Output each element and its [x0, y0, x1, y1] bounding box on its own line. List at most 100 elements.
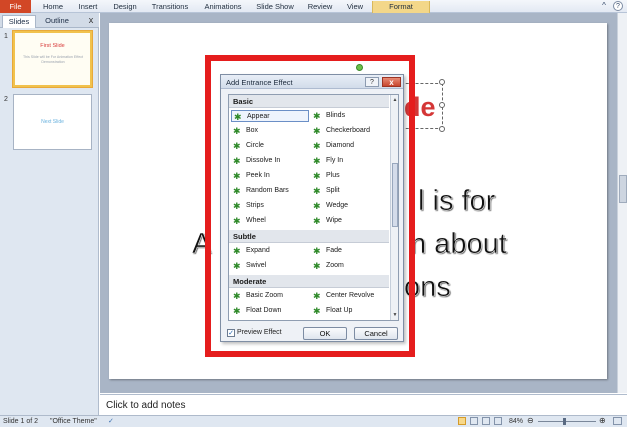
slide-show-icon[interactable]: [494, 417, 502, 425]
slide-body-text[interactable]: n about: [410, 228, 507, 261]
dialog-title-bar[interactable]: Add Entrance Effect ? x: [221, 75, 403, 89]
preview-effect-label[interactable]: Preview Effect: [237, 329, 282, 336]
slide-counter: Slide 1 of 2: [3, 418, 39, 425]
tab-slide-show[interactable]: Slide Show: [251, 1, 299, 13]
effect-swivel[interactable]: ✱ Swivel: [231, 260, 309, 272]
effect-float-up[interactable]: ✱ Float Up: [311, 305, 389, 317]
star-icon: ✱: [313, 306, 321, 316]
star-icon: ✱: [233, 186, 241, 196]
star-icon: ✱: [233, 156, 241, 166]
effect-center-revolve[interactable]: ✱ Center Revolve: [311, 290, 389, 302]
effect-box[interactable]: ✱ Box: [231, 125, 309, 137]
minimize-ribbon-icon[interactable]: ^: [599, 1, 609, 11]
spell-check-icon[interactable]: ✓: [108, 417, 114, 425]
slide-body-text[interactable]: l is for: [418, 185, 496, 218]
dialog-footer: ✓ Preview Effect OK Cancel: [227, 327, 401, 341]
effect-diamond[interactable]: ✱ Diamond: [311, 140, 389, 152]
star-icon: ✱: [313, 201, 321, 211]
effect-random-bars[interactable]: ✱ Random Bars: [231, 185, 309, 197]
panel-tabs: Slides Outline x: [0, 13, 99, 28]
star-icon: ✱: [233, 216, 241, 226]
cancel-button[interactable]: Cancel: [354, 327, 398, 340]
slide-thumbnail-2[interactable]: Next Slide: [13, 94, 92, 150]
effect-basic-zoom[interactable]: ✱ Basic Zoom: [231, 290, 309, 302]
preview-effect-checkbox[interactable]: ✓: [227, 329, 235, 337]
category-header: Moderate: [229, 275, 389, 288]
star-icon: ✱: [313, 141, 321, 151]
scrollbar-thumb[interactable]: [619, 175, 627, 203]
effects-list[interactable]: Basic ✱ Appear ✱ Blinds ✱ Box ✱ Checkerboard…: [228, 94, 399, 321]
star-icon: ✱: [233, 141, 241, 151]
notes-pane[interactable]: Click to add notes: [100, 394, 627, 415]
scrollbar-thumb[interactable]: [392, 163, 398, 227]
effect-plus[interactable]: ✱ Plus: [311, 170, 389, 182]
tab-design[interactable]: Design: [107, 1, 143, 13]
star-icon: ✱: [313, 156, 321, 166]
ok-button[interactable]: OK: [303, 327, 347, 340]
tab-transitions[interactable]: Transitions: [145, 1, 195, 13]
help-icon[interactable]: ?: [613, 1, 623, 11]
star-icon: ✱: [233, 126, 241, 136]
tab-outline[interactable]: Outline: [38, 15, 76, 28]
category-header: Basic: [229, 95, 389, 108]
zoom-slider-thumb[interactable]: [563, 418, 566, 425]
resize-handle[interactable]: [439, 102, 445, 108]
dialog-close-button[interactable]: x: [382, 77, 401, 87]
tab-file[interactable]: File: [0, 0, 31, 13]
fit-to-window-icon[interactable]: [613, 417, 622, 425]
star-icon: ✱: [313, 216, 321, 226]
star-icon: ✱: [234, 112, 242, 122]
scroll-up-icon[interactable]: ▲: [391, 96, 398, 104]
thumbnail-body: This Slide will be For Animation Effect …: [22, 55, 84, 64]
zoom-out-icon[interactable]: ⊖: [527, 416, 534, 425]
effect-dissolve-in[interactable]: ✱ Dissolve In: [231, 155, 309, 167]
slide-thumbnail-1[interactable]: First Slide This Slide will be For Anima…: [13, 31, 92, 87]
effect-wedge[interactable]: ✱ Wedge: [311, 200, 389, 212]
tab-home[interactable]: Home: [36, 1, 70, 13]
normal-view-icon[interactable]: [458, 417, 466, 425]
effect-appear[interactable]: ✱ Appear: [231, 110, 309, 122]
zoom-in-icon[interactable]: ⊕: [599, 416, 606, 425]
reading-view-icon[interactable]: [482, 417, 490, 425]
star-icon: ✱: [313, 291, 321, 301]
tab-format[interactable]: Format: [372, 1, 430, 13]
effect-fly-in[interactable]: ✱ Fly In: [311, 155, 389, 167]
effect-fade[interactable]: ✱ Fade: [311, 245, 389, 257]
tab-review[interactable]: Review: [303, 1, 337, 13]
resize-handle[interactable]: [439, 79, 445, 85]
star-icon: ✱: [233, 261, 241, 271]
zoom-level[interactable]: 84%: [509, 418, 523, 425]
star-icon: ✱: [233, 306, 241, 316]
status-bar: Slide 1 of 2 "Office Theme" ✓ 84% ⊖ ⊕: [0, 415, 627, 427]
category-header: Subtle: [229, 230, 389, 243]
close-panel-icon[interactable]: x: [86, 15, 96, 26]
effect-float-down[interactable]: ✱ Float Down: [231, 305, 309, 317]
effect-wheel[interactable]: ✱ Wheel: [231, 215, 309, 227]
effect-split[interactable]: ✱ Split: [311, 185, 389, 197]
slide-sorter-icon[interactable]: [470, 417, 478, 425]
tab-animations[interactable]: Animations: [198, 1, 248, 13]
tab-slides[interactable]: Slides: [2, 15, 36, 28]
effect-peek-in[interactable]: ✱ Peek In: [231, 170, 309, 182]
tab-view[interactable]: View: [340, 1, 370, 13]
effect-blinds[interactable]: ✱ Blinds: [311, 110, 389, 122]
effect-strips[interactable]: ✱ Strips: [231, 200, 309, 212]
effect-checkerboard[interactable]: ✱ Checkerboard: [311, 125, 389, 137]
thumbnail-title: Next Slide: [41, 119, 64, 125]
star-icon: ✱: [233, 201, 241, 211]
effects-list-scrollbar[interactable]: ▲ ▼: [390, 95, 398, 320]
effect-zoom[interactable]: ✱ Zoom: [311, 260, 389, 272]
zoom-slider[interactable]: [538, 421, 596, 422]
effect-expand[interactable]: ✱ Expand: [231, 245, 309, 257]
star-icon: ✱: [233, 246, 241, 256]
effect-wipe[interactable]: ✱ Wipe: [311, 215, 389, 227]
effect-circle[interactable]: ✱ Circle: [231, 140, 309, 152]
scroll-down-icon[interactable]: ▼: [391, 311, 398, 319]
dialog-help-button[interactable]: ?: [365, 77, 379, 87]
notes-placeholder: Click to add notes: [106, 400, 186, 411]
editor-scrollbar[interactable]: [617, 13, 627, 393]
tab-insert[interactable]: Insert: [72, 1, 104, 13]
slides-panel: Slides Outline x 1 First Slide This Slid…: [0, 13, 99, 415]
resize-handle[interactable]: [439, 126, 445, 132]
star-icon: ✱: [313, 171, 321, 181]
